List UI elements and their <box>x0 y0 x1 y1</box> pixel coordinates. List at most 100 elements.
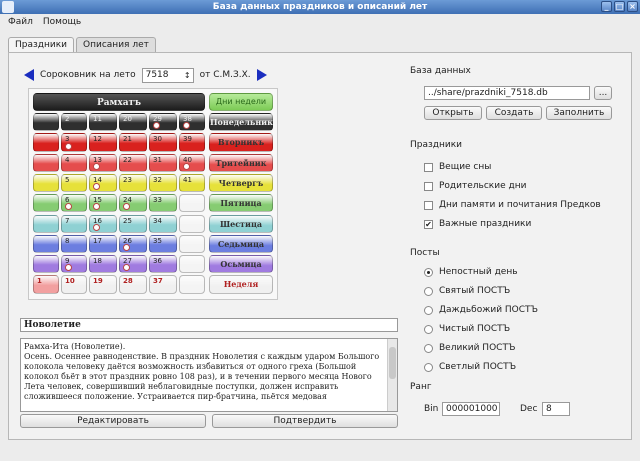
radio-button[interactable] <box>424 286 433 296</box>
post-option[interactable]: Непостный день <box>424 265 518 279</box>
calendar-day-cell[interactable]: 37 <box>149 275 177 294</box>
calendar-day-cell[interactable]: 12 <box>89 133 117 152</box>
minimize-icon[interactable]: _ <box>601 1 612 12</box>
next-arrow-icon[interactable] <box>256 69 267 81</box>
calendar-day-cell[interactable]: 27 <box>119 255 147 274</box>
year-spinbox[interactable]: 7518 <box>141 67 194 83</box>
database-path-field[interactable]: ../share/prazdniki_7518.db <box>424 86 590 100</box>
browse-button[interactable]: ... <box>594 86 612 100</box>
post-option[interactable]: Светлый ПОСТЪ <box>424 360 516 374</box>
menu-file[interactable]: Файл <box>8 14 33 30</box>
calendar-day-cell[interactable]: 15 <box>89 194 117 213</box>
weekday-label-cell: Неделя <box>209 275 273 294</box>
maximize-icon[interactable]: □ <box>614 1 625 12</box>
calendar-day-cell[interactable]: 2 <box>61 113 87 132</box>
tab-year-descriptions[interactable]: Описания лет <box>76 37 156 52</box>
calendar-empty-cell[interactable] <box>179 214 205 233</box>
calendar-day-cell[interactable]: 18 <box>89 255 117 274</box>
edit-button[interactable]: Редактировать <box>20 414 206 428</box>
calendar-day-cell[interactable]: 36 <box>149 255 177 274</box>
calendar-day-cell[interactable]: 21 <box>119 133 147 152</box>
create-button[interactable]: Создать <box>486 106 542 120</box>
tab-holidays[interactable]: Праздники <box>8 37 75 52</box>
calendar-empty-cell[interactable] <box>33 194 59 213</box>
bin-field[interactable]: 000001000 <box>442 402 500 416</box>
calendar-day-cell[interactable]: 5 <box>61 173 87 193</box>
calendar-empty-cell[interactable] <box>33 173 59 193</box>
calendar-day-cell[interactable]: 32 <box>149 173 177 193</box>
dec-field[interactable]: 8 <box>542 402 570 416</box>
radio-button[interactable] <box>424 362 433 372</box>
calendar-day-cell[interactable]: 10 <box>61 275 87 294</box>
calendar-day-cell[interactable]: 30 <box>149 133 177 152</box>
calendar-empty-cell[interactable] <box>179 255 205 274</box>
calendar-empty-cell[interactable] <box>179 194 205 213</box>
holiday-filter-option[interactable]: ✔ Важные праздники <box>424 217 531 231</box>
calendar-day-cell[interactable]: 4 <box>61 153 87 172</box>
calendar-empty-cell[interactable] <box>33 255 59 274</box>
calendar-day-cell[interactable]: 22 <box>119 153 147 172</box>
radio-button[interactable] <box>424 305 433 315</box>
holiday-filter-option[interactable]: Дни памяти и почитания Предков <box>424 198 601 212</box>
radio-button[interactable] <box>424 324 433 334</box>
calendar-day-cell[interactable]: 7 <box>61 214 87 233</box>
holiday-filter-option[interactable]: Вещие сны <box>424 160 491 174</box>
calendar-day-cell[interactable]: 17 <box>89 234 117 254</box>
calendar-day-cell[interactable]: 38 <box>179 113 205 132</box>
calendar-empty-cell[interactable] <box>33 153 59 172</box>
calendar-day-cell[interactable]: 1 <box>33 275 59 294</box>
calendar-day-cell[interactable]: 14 <box>89 173 117 193</box>
window-menu-icon[interactable] <box>2 1 14 13</box>
checkbox[interactable] <box>424 181 433 191</box>
calendar-day-cell[interactable]: 6 <box>61 194 87 213</box>
calendar-day-cell[interactable]: 33 <box>149 194 177 213</box>
menu-help[interactable]: Помощь <box>43 14 81 30</box>
close-icon[interactable]: × <box>627 1 638 12</box>
calendar-empty-cell[interactable] <box>33 234 59 254</box>
calendar-day-cell[interactable]: 19 <box>89 275 117 294</box>
calendar-day-cell[interactable]: 11 <box>89 113 117 132</box>
calendar-day-cell[interactable]: 28 <box>119 275 147 294</box>
post-option[interactable]: Великий ПОСТЪ <box>424 341 515 355</box>
confirm-button[interactable]: Подтвердить <box>212 414 398 428</box>
post-option[interactable]: Чистый ПОСТЪ <box>424 322 510 336</box>
post-option[interactable]: Даждьбожий ПОСТЪ <box>424 303 538 317</box>
calendar-day-cell[interactable]: 31 <box>149 153 177 172</box>
calendar-empty-cell[interactable] <box>33 133 59 152</box>
calendar-day-cell[interactable]: 13 <box>89 153 117 172</box>
calendar-empty-cell[interactable] <box>179 234 205 254</box>
holiday-description-area[interactable]: Рамха-Ита (Новолетие). Осень. Осеннее ра… <box>20 338 398 412</box>
calendar-day-cell[interactable]: 29 <box>149 113 177 132</box>
calendar-empty-cell[interactable] <box>179 275 205 294</box>
fill-button[interactable]: Заполнить <box>546 106 612 120</box>
calendar-day-cell[interactable]: 16 <box>89 214 117 233</box>
holiday-filter-option[interactable]: Родительские дни <box>424 179 526 193</box>
calendar-day-cell[interactable]: 8 <box>61 234 87 254</box>
radio-button[interactable] <box>424 267 433 277</box>
calendar-day-cell[interactable]: 24 <box>119 194 147 213</box>
calendar-day-cell[interactable]: 34 <box>149 214 177 233</box>
holiday-name-field[interactable]: Новолетие <box>20 318 398 332</box>
calendar-day-cell[interactable]: 40 <box>179 153 205 172</box>
post-option[interactable]: Святый ПОСТЪ <box>424 284 510 298</box>
checkbox[interactable] <box>424 200 433 210</box>
calendar-day-cell[interactable]: 26 <box>119 234 147 254</box>
checkbox[interactable] <box>424 162 433 172</box>
calendar-day-cell[interactable]: 9 <box>61 255 87 274</box>
description-scrollbar[interactable] <box>387 339 397 411</box>
calendar-day-cell[interactable]: 39 <box>179 133 205 152</box>
calendar-day-cell[interactable]: 25 <box>119 214 147 233</box>
holiday-marker-icon <box>123 244 130 252</box>
calendar-day-cell[interactable]: 23 <box>119 173 147 193</box>
radio-button[interactable] <box>424 343 433 353</box>
calendar-day-cell[interactable]: 3 <box>61 133 87 152</box>
calendar-empty-cell[interactable] <box>33 113 59 132</box>
calendar-empty-cell[interactable] <box>33 214 59 233</box>
open-button[interactable]: Открыть <box>424 106 482 120</box>
calendar-day-cell[interactable]: 41 <box>179 173 205 193</box>
previous-arrow-icon[interactable] <box>24 69 34 81</box>
checkbox[interactable]: ✔ <box>424 219 433 229</box>
calendar-day-cell[interactable]: 20 <box>119 113 147 132</box>
calendar-day-cell[interactable]: 35 <box>149 234 177 254</box>
weekday-label-cell: Четвергъ <box>209 173 273 193</box>
